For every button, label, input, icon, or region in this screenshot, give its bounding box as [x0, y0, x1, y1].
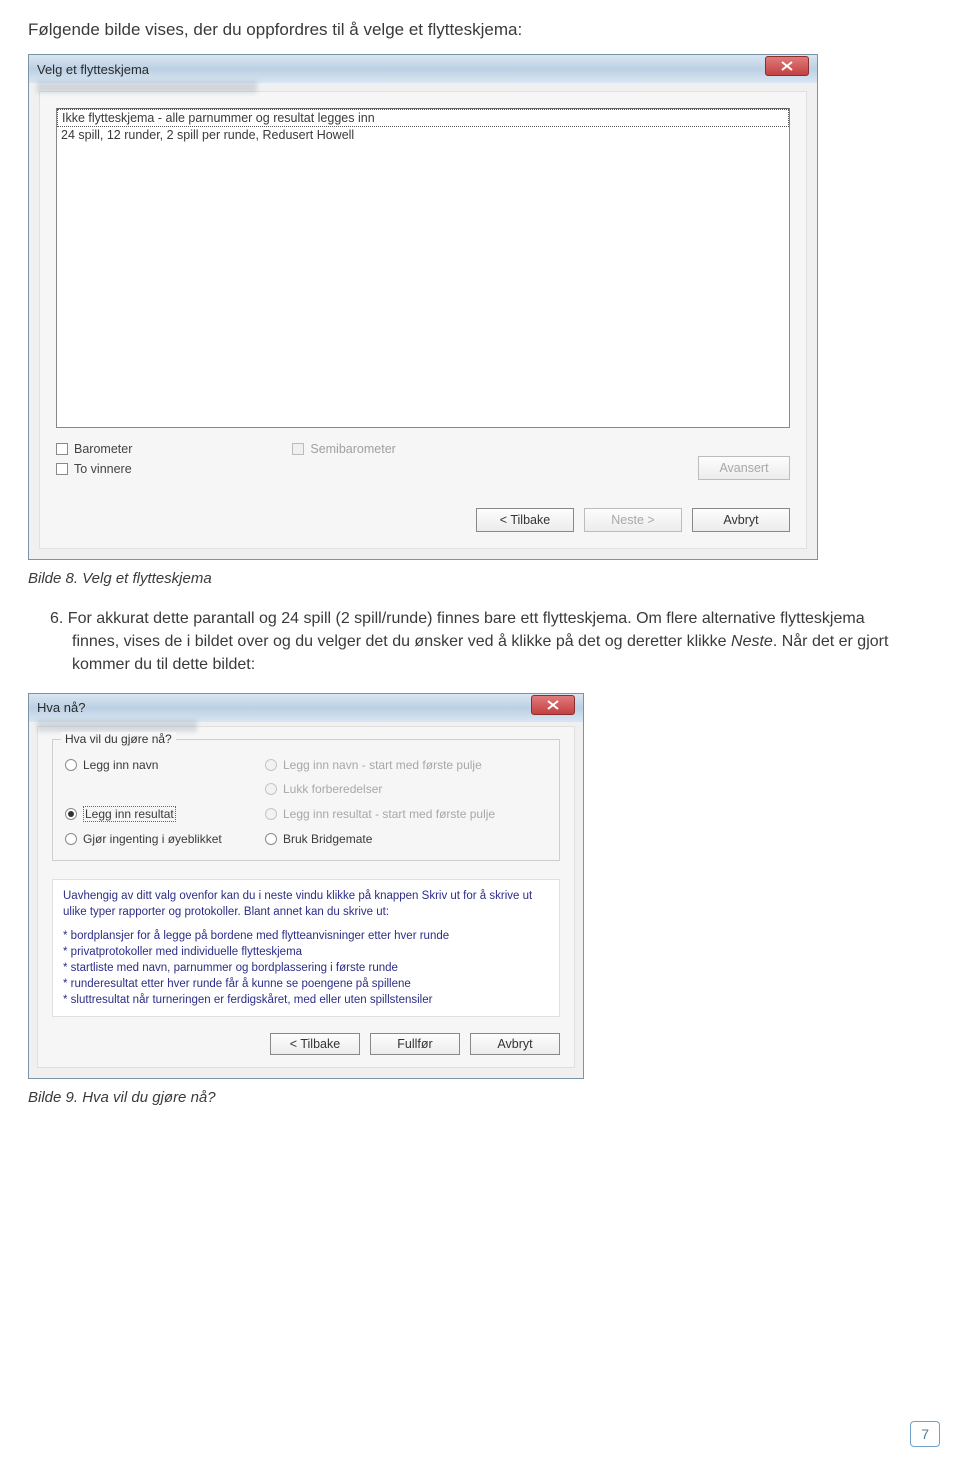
radio-label: Legg inn navn [83, 758, 158, 772]
info-bullet: * runderesultat etter hver runde får å k… [63, 976, 549, 992]
radio-legg-inn-resultat[interactable]: Legg inn resultat [65, 806, 265, 822]
close-icon[interactable] [531, 695, 575, 715]
dialog-hva-naa: Hva nå? Hva vil du gjøre nå? Legg inn na… [28, 693, 584, 1080]
fieldset-legend: Hva vil du gjøre nå? [61, 732, 176, 746]
radio-gjor-ingenting[interactable]: Gjør ingenting i øyeblikket [65, 832, 265, 846]
fieldset-hva-vil-du: Hva vil du gjøre nå? Legg inn navn Legg … [52, 739, 560, 861]
info-block: Uavhengig av ditt valg ovenfor kan du i … [52, 879, 560, 1018]
avansert-button: Avansert [698, 456, 790, 480]
radio-label: Lukk forberedelser [283, 782, 382, 796]
checkbox-label: To vinnere [74, 462, 132, 476]
info-para: Uavhengig av ditt valg ovenfor kan du i … [63, 888, 549, 920]
list-number: 6. [50, 610, 63, 627]
paragraph-italic: Neste [731, 633, 773, 650]
radio-label: Bruk Bridgemate [283, 832, 372, 846]
dialog2-titlebar: Hva nå? [29, 694, 583, 722]
neste-button: Neste > [584, 508, 682, 532]
info-bullet: * bordplansjer for å legge på bordene me… [63, 928, 549, 944]
checkbox-semibarometer: Semibarometer [292, 442, 395, 456]
page-number: 7 [910, 1421, 940, 1447]
tilbake-button[interactable]: < Tilbake [270, 1033, 360, 1055]
radio-bruk-bridgemate[interactable]: Bruk Bridgemate [265, 832, 547, 846]
checkbox-barometer[interactable]: Barometer [56, 442, 132, 456]
flytteskjema-listbox[interactable]: Ikke flytteskjema - alle parnummer og re… [56, 108, 790, 428]
radio-label: Legg inn resultat [83, 806, 176, 822]
checkbox-label: Semibarometer [310, 442, 395, 456]
intro-text: Følgende bilde vises, der du oppfordres … [28, 20, 932, 40]
fullfor-button[interactable]: Fullfør [370, 1033, 460, 1055]
radio-label: Legg inn navn - start med første pulje [283, 758, 482, 772]
radio-legg-inn-resultat-start: Legg inn resultat - start med første pul… [265, 806, 547, 822]
paragraph-6: 6. For akkurat dette parantall og 24 spi… [72, 607, 892, 677]
list-item[interactable]: Ikke flytteskjema - alle parnummer og re… [57, 109, 789, 127]
avbryt-button[interactable]: Avbryt [470, 1033, 560, 1055]
checkbox-label: Barometer [74, 442, 132, 456]
dialog1-title-text: Velg et flytteskjema [37, 62, 149, 77]
checkbox-tovinnere[interactable]: To vinnere [56, 462, 132, 476]
caption-bilde8: Bilde 8. Velg et flytteskjema [28, 570, 932, 587]
tilbake-button[interactable]: < Tilbake [476, 508, 574, 532]
radio-label: Gjør ingenting i øyeblikket [83, 832, 222, 846]
radio-lukk-forberedelser: Lukk forberedelser [265, 782, 547, 796]
close-icon[interactable] [765, 56, 809, 76]
radio-label: Legg inn resultat - start med første pul… [283, 807, 495, 821]
dialog2-title-text: Hva nå? [37, 700, 85, 715]
dialog-velg-flytteskjema: Velg et flytteskjema Ikke flytteskjema -… [28, 54, 818, 560]
radio-legg-inn-navn[interactable]: Legg inn navn [65, 758, 265, 772]
caption-bilde9: Bilde 9. Hva vil du gjøre nå? [28, 1089, 932, 1106]
radio-legg-inn-navn-start: Legg inn navn - start med første pulje [265, 758, 547, 772]
info-bullet: * sluttresultat når turneringen er ferdi… [63, 992, 549, 1008]
list-item[interactable]: 24 spill, 12 runder, 2 spill per runde, … [57, 127, 789, 143]
avbryt-button[interactable]: Avbryt [692, 508, 790, 532]
dialog1-titlebar: Velg et flytteskjema [29, 55, 817, 83]
info-bullet: * privatprotokoller med individuelle fly… [63, 944, 549, 960]
info-bullet: * startliste med navn, parnummer og bord… [63, 960, 549, 976]
